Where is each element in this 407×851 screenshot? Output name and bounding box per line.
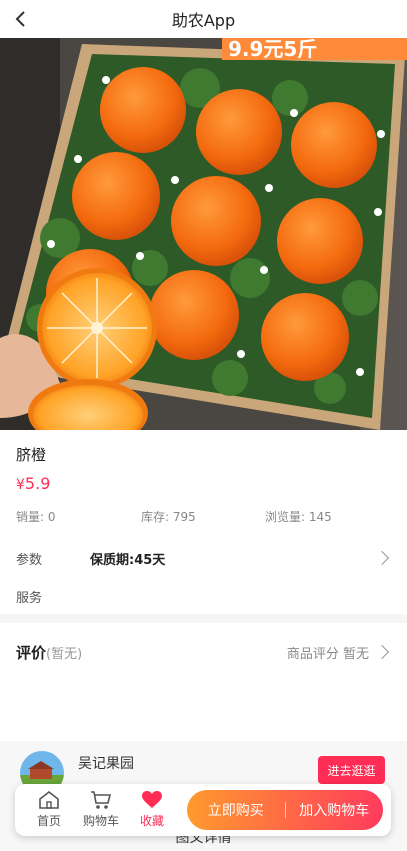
params-label: 参数	[16, 553, 43, 568]
chevron-left-icon	[15, 11, 25, 27]
product-name: 脐橙	[16, 446, 47, 464]
stock-count: 库存: 795	[141, 510, 196, 524]
price-symbol: ¥	[16, 477, 25, 493]
review-card[interactable]: 评价(暂无) 商品评分 暂无	[0, 623, 407, 741]
orange-box-photo	[0, 38, 407, 430]
hero-banner: 9.9元5斤	[222, 38, 407, 60]
chevron-right-icon	[374, 644, 390, 660]
product-detail-page: 助农App 9.9元5斤 脐橙 ¥5.9 销量: 0 库存: 795 浏览量: …	[0, 0, 407, 851]
back-button[interactable]	[8, 6, 34, 32]
chevron-right-icon	[374, 550, 390, 566]
heart-icon	[142, 791, 162, 808]
nav-favorite-label: 收藏	[139, 814, 164, 828]
home-icon	[39, 790, 59, 809]
bottom-action-bar: 首页 购物车 收藏 立即购买 加入购物车	[15, 784, 391, 836]
cart-icon	[91, 791, 112, 809]
product-rating: 商品评分 暂无	[286, 647, 369, 662]
nav-cart-label: 购物车	[82, 814, 119, 828]
review-count: (暂无)	[46, 647, 83, 662]
nav-home[interactable]: 首页	[27, 790, 71, 829]
top-header: 助农App	[0, 0, 407, 38]
shelf-life-value: 保质期:45天	[90, 553, 166, 568]
visit-shop-button[interactable]: 进去逛逛	[318, 756, 385, 784]
buy-now-button[interactable]: 立即购买	[187, 800, 285, 820]
product-image[interactable]: 9.9元5斤	[0, 38, 407, 430]
purchase-actions: 立即购买 加入购物车	[187, 790, 383, 830]
review-title-text: 评价	[16, 644, 47, 662]
nav-home-label: 首页	[36, 814, 61, 828]
review-title: 评价(暂无)	[16, 642, 82, 663]
nav-cart[interactable]: 购物车	[79, 790, 123, 829]
nav-favorite[interactable]: 收藏	[130, 790, 174, 829]
product-info-card: 脐橙 ¥5.9 销量: 0 库存: 795 浏览量: 145 参数 保质期:45…	[0, 430, 407, 614]
price-value: 5.9	[24, 474, 51, 493]
service-label[interactable]: 服务	[16, 587, 42, 606]
sales-count: 销量: 0	[16, 510, 56, 524]
add-to-cart-button[interactable]: 加入购物车	[286, 800, 384, 820]
view-count: 浏览量: 145	[265, 510, 332, 524]
page-title: 助农App	[171, 11, 236, 30]
shop-name[interactable]: 吴记果园	[78, 753, 134, 773]
product-price: ¥5.9	[16, 474, 50, 493]
